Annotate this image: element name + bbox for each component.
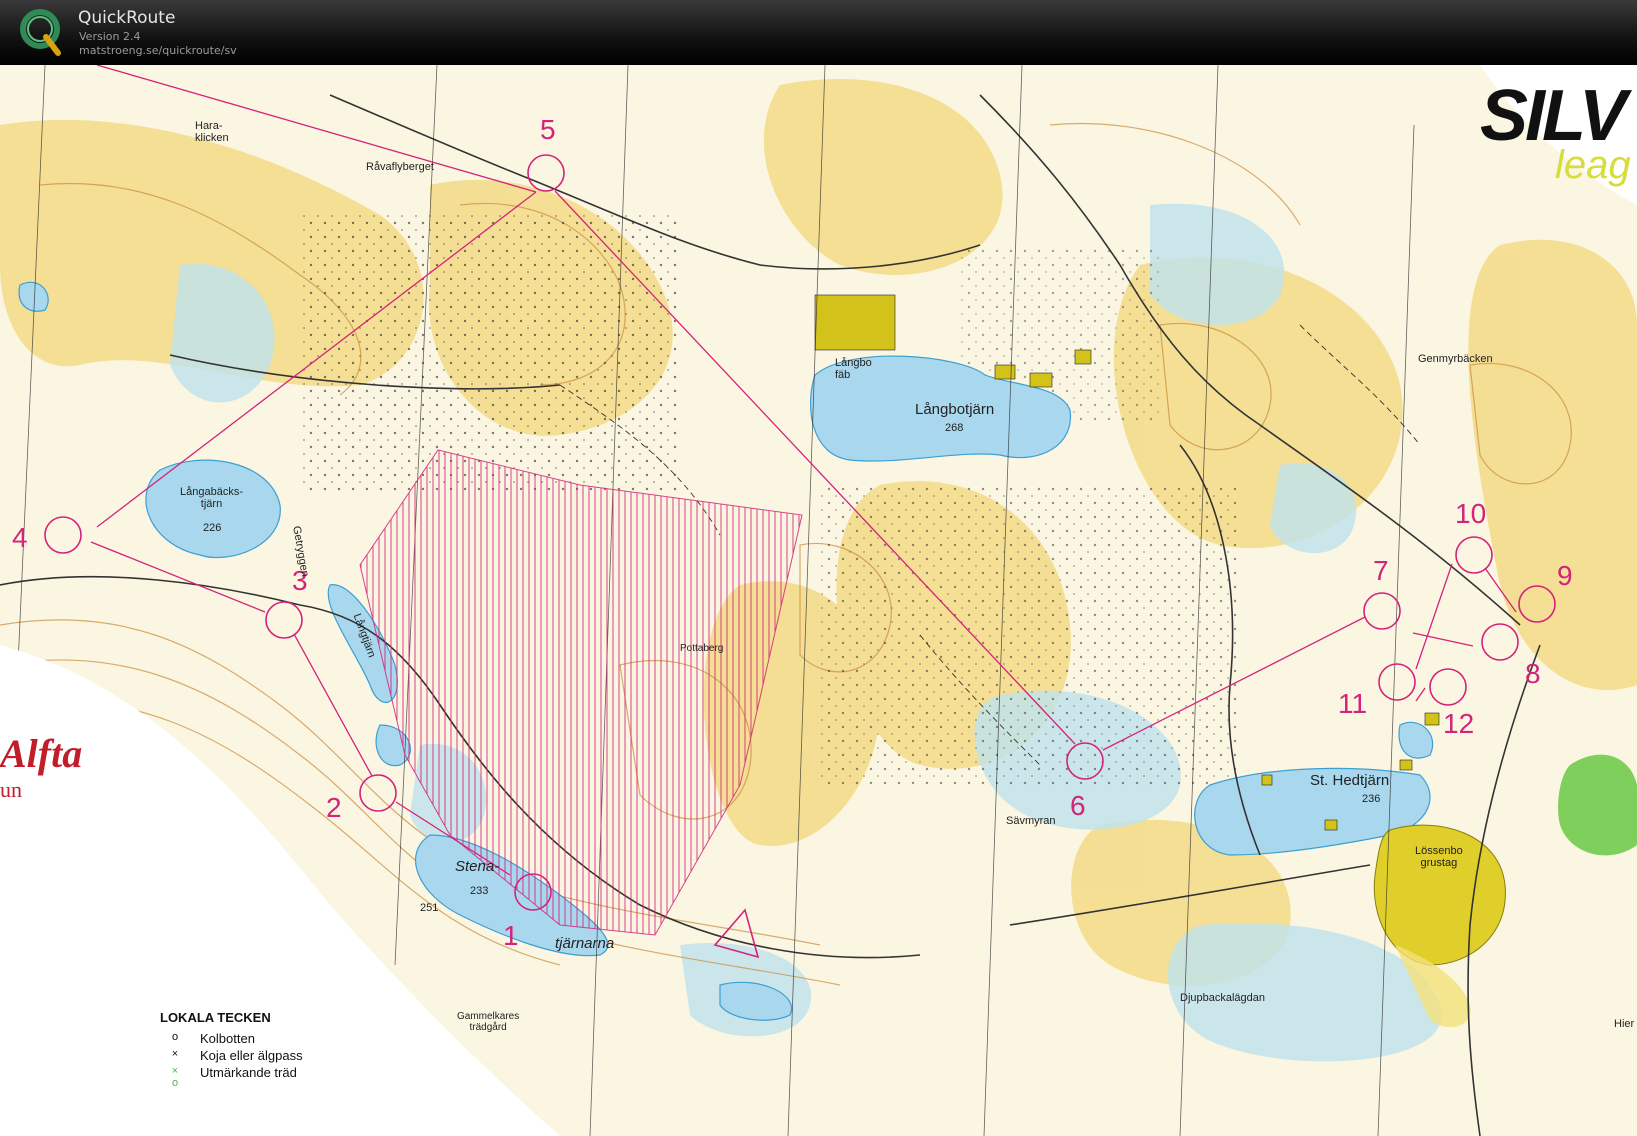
brand-alfta: Alfta — [0, 731, 83, 776]
legend-item: o Kolbotten — [160, 1031, 303, 1048]
orienteering-map[interactable]: SILV leag Alfta un 1 2 3 4 5 6 7 8 9 10 … — [0, 65, 1637, 1136]
label-stena-height: 233 — [470, 885, 489, 897]
map-legend: LOKALA TECKEN o Kolbotten × Koja eller ä… — [160, 1010, 303, 1089]
map-artwork — [0, 65, 1637, 1136]
control-number-6: 6 — [1070, 790, 1086, 821]
kolbotten-icon: o — [171, 1031, 179, 1043]
legend-label: Kolbotten — [200, 1031, 255, 1046]
quickroute-logo — [20, 9, 61, 56]
title-bar: QuickRoute Version 2.4 matstroeng.se/qui… — [0, 0, 1637, 65]
label-gammelkares: Gammelkares trädgård — [457, 1011, 520, 1033]
label-lossenbo: Lössenbo grustag — [1415, 845, 1463, 869]
control-number-8: 8 — [1525, 658, 1541, 689]
app-version: Version 2.4 — [79, 30, 141, 43]
tree-icon: × o — [171, 1065, 179, 1089]
green-area — [1558, 754, 1637, 856]
label-ravaflyberget: Råvaflyberget — [366, 161, 434, 173]
control-number-10: 10 — [1455, 498, 1487, 529]
control-number-2: 2 — [326, 792, 342, 823]
label-langbo-fab: Långbo fäb — [835, 357, 872, 381]
label-langbotjarn: Långbotjärn — [915, 401, 995, 418]
control-number-1: 1 — [503, 920, 519, 951]
label-savmyran: Sävmyran — [1006, 815, 1056, 827]
koja-icon: × — [171, 1048, 179, 1060]
app-title: QuickRoute — [78, 8, 176, 28]
label-pottaberg: Pottaberg — [680, 643, 724, 654]
legend-item: × o Utmärkande träd — [160, 1065, 303, 1089]
label-langabackstjarn: Långabäcks- tjärn — [180, 486, 243, 510]
label-langabackstjarn-height: 226 — [203, 522, 222, 534]
legend-label: Koja eller älgpass — [200, 1048, 303, 1063]
legend-item: × Koja eller älgpass — [160, 1048, 303, 1065]
app-url[interactable]: matstroeng.se/quickroute/sv — [79, 44, 237, 57]
label-langbotjarn-height: 268 — [945, 422, 964, 434]
control-number-12: 12 — [1443, 708, 1475, 739]
label-haraklicken: Hara- klicken — [195, 120, 229, 144]
quickroute-window: QuickRoute Version 2.4 matstroeng.se/qui… — [0, 0, 1637, 1136]
label-height-251: 251 — [420, 902, 439, 914]
legend-title: LOKALA TECKEN — [160, 1010, 271, 1025]
control-number-11: 11 — [1338, 688, 1368, 719]
control-number-9: 9 — [1557, 560, 1573, 591]
label-djupbackalagdan: Djupbackalägdan — [1180, 992, 1266, 1004]
legend-label: Utmärkande träd — [200, 1065, 297, 1080]
label-sta-hedtjarn: St. Hedtjärn — [1310, 772, 1390, 789]
label-tjarnarna: tjärnarna — [555, 935, 615, 952]
label-sta-hedtjarn-height: 236 — [1362, 793, 1381, 805]
label-hier: Hier — [1614, 1018, 1635, 1030]
control-number-7: 7 — [1373, 555, 1389, 586]
control-number-5: 5 — [540, 114, 556, 145]
control-number-4: 4 — [12, 522, 28, 553]
brand-league: leag — [1555, 143, 1631, 187]
brand-alfta-sub: un — [0, 777, 22, 802]
label-stena: Stena- — [455, 858, 500, 875]
label-genmyrbacken: Genmyrbäcken — [1418, 353, 1493, 365]
